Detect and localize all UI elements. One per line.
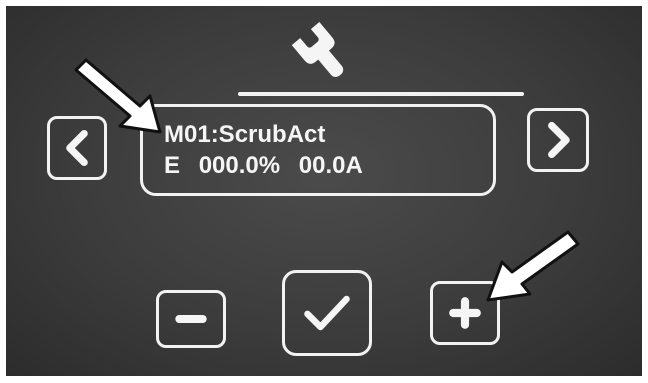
- confirm-button[interactable]: [282, 270, 372, 356]
- next-button[interactable]: [527, 108, 589, 172]
- status-flag: E: [164, 152, 181, 179]
- percent-readout: 000.0%: [198, 152, 281, 179]
- mode-label: M01:ScrubAct: [164, 121, 326, 148]
- chevron-right-icon: [548, 121, 570, 159]
- status-line: E 000.0% 00.0A: [164, 152, 363, 180]
- decrease-button[interactable]: [156, 290, 226, 348]
- annotation-arrow-plus: [486, 230, 580, 302]
- current-readout: 00.0A: [298, 152, 363, 179]
- check-icon: [304, 295, 350, 331]
- status-display: [140, 104, 496, 196]
- control-panel-screen: M01:ScrubAct E 000.0% 00.0A: [6, 6, 642, 376]
- header-divider: [238, 92, 524, 96]
- wrench-icon: [289, 20, 353, 84]
- annotation-arrow-display: [74, 58, 162, 134]
- minus-icon: [175, 314, 207, 324]
